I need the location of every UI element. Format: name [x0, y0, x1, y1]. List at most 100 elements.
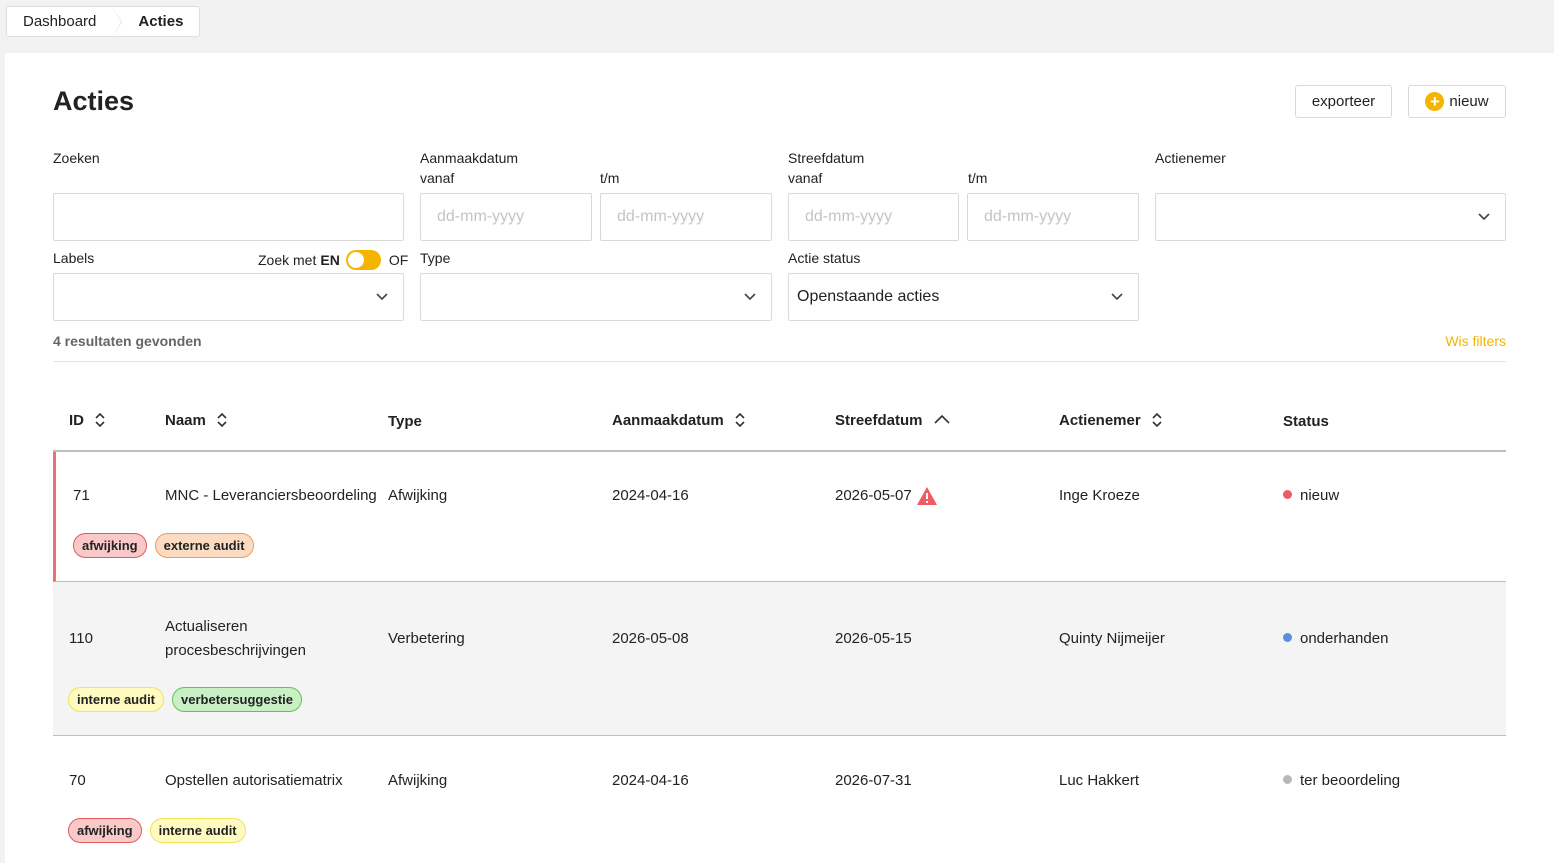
sort-icon	[217, 412, 227, 428]
main-panel: Acties exporteer + nieuw Zoeken Aanmaakd…	[5, 53, 1554, 863]
column-header-label: Aanmaakdatum	[612, 411, 724, 429]
cell-name-line: Actualiseren	[165, 618, 248, 635]
column-header-status: Status	[1283, 413, 1329, 430]
plus-circle-icon: +	[1425, 92, 1445, 111]
column-header-label: Actienemer	[1059, 411, 1141, 429]
divider	[53, 361, 1506, 362]
breadcrumb-dashboard[interactable]: Dashboard	[7, 7, 123, 37]
tag-list: interne audit verbetersuggestie	[68, 687, 303, 712]
cell-status: onderhanden	[1283, 627, 1388, 651]
sort-icon	[1152, 412, 1162, 428]
column-header-streefdatum[interactable]: Streefdatum	[835, 411, 951, 429]
type-select[interactable]	[420, 273, 772, 321]
table-row[interactable]: 110 Actualiseren procesbeschrijvingen Ve…	[53, 582, 1506, 736]
status-label: nieuw	[1300, 487, 1340, 504]
created-date-label: Aanmaakdatum	[420, 150, 519, 166]
status-label: onderhanden	[1300, 630, 1389, 647]
cell-created: 2024-04-16	[612, 487, 689, 504]
cell-created: 2026-05-08	[612, 630, 689, 647]
cell-id: 110	[69, 630, 93, 647]
results-count: 4 resultaten gevonden	[53, 333, 202, 349]
target-from-input[interactable]: dd-mm-yyyy	[788, 193, 959, 241]
toggle-knob	[347, 252, 364, 268]
and-or-toggle[interactable]	[345, 250, 381, 270]
tag: verbetersuggestie	[172, 687, 303, 712]
target-to-input[interactable]: dd-mm-yyyy	[967, 193, 1139, 241]
chevron-down-icon	[744, 293, 756, 301]
cell-id: 70	[69, 772, 86, 789]
table-row[interactable]: 70 Opstellen autorisatiematrix Afwijking…	[53, 736, 1506, 863]
status-label: ter beoordeling	[1300, 772, 1401, 789]
cell-id: 71	[73, 487, 90, 504]
status-filter-label: Actie status	[788, 250, 861, 266]
chevron-down-icon	[376, 293, 388, 301]
created-to-input[interactable]: dd-mm-yyyy	[600, 193, 772, 241]
target-to-label: t/m	[968, 170, 988, 186]
column-header-actienemer[interactable]: Actienemer	[1059, 411, 1163, 429]
sort-icon	[735, 412, 745, 428]
page-title: Acties	[53, 86, 135, 116]
tag: interne audit	[149, 818, 246, 843]
labels-select[interactable]	[53, 273, 404, 321]
cell-name[interactable]: Actualiseren procesbeschrijvingen	[165, 615, 306, 663]
and-label: EN	[320, 252, 340, 268]
tag-list: afwijking interne audit	[68, 818, 246, 843]
warning-triangle-icon	[917, 487, 937, 505]
column-header-label: Type	[388, 413, 422, 430]
cell-status: ter beoordeling	[1283, 769, 1400, 793]
target-date-label: Streefdatum	[788, 150, 865, 166]
cell-name-line: procesbeschrijvingen	[165, 642, 306, 659]
cell-assignee: Inge Kroeze	[1059, 487, 1140, 504]
cell-target: 2026-05-07	[835, 487, 912, 504]
assignee-select[interactable]	[1155, 193, 1506, 241]
breadcrumb: Dashboard Acties	[6, 6, 201, 37]
tag-list: afwijking externe audit	[73, 533, 254, 558]
column-header-label: Status	[1283, 413, 1329, 430]
target-from-label: vanaf	[788, 170, 823, 186]
cell-name[interactable]: Opstellen autorisatiematrix	[165, 769, 343, 793]
sort-icon	[95, 412, 105, 428]
clear-filters-link[interactable]: Wis filters	[1445, 333, 1506, 349]
new-button[interactable]: + nieuw	[1408, 85, 1506, 118]
chevron-down-icon	[1478, 213, 1490, 221]
tag: interne audit	[68, 687, 165, 712]
cell-name[interactable]: MNC - Leveranciersbeoordeling	[165, 484, 377, 508]
cell-status: nieuw	[1283, 484, 1339, 508]
or-label: OF	[388, 252, 409, 268]
cell-type: Afwijking	[388, 487, 448, 504]
search-label: Zoeken	[53, 150, 100, 166]
tag: afwijking	[68, 818, 142, 843]
cell-target: 2026-05-15	[835, 630, 912, 647]
sort-ascending-icon	[933, 414, 950, 424]
type-label: Type	[420, 250, 451, 266]
chevron-down-icon	[1111, 293, 1123, 301]
table-row[interactable]: 71 MNC - Leveranciersbeoordeling Afwijki…	[53, 452, 1506, 582]
status-select[interactable]: Openstaande acties	[788, 273, 1139, 321]
column-header-id[interactable]: ID	[69, 411, 106, 429]
column-header-aanmaakdatum[interactable]: Aanmaakdatum	[612, 411, 746, 429]
column-header-label: Naam	[165, 411, 206, 429]
cell-assignee: Quinty Nijmeijer	[1059, 630, 1165, 647]
cell-type: Verbetering	[388, 630, 465, 647]
status-dot	[1283, 775, 1292, 784]
search-with-label: Zoek met	[258, 252, 317, 268]
status-dot	[1283, 633, 1292, 642]
created-from-input[interactable]: dd-mm-yyyy	[420, 193, 592, 241]
status-dot	[1283, 490, 1292, 499]
column-header-label: Streefdatum	[835, 411, 923, 429]
breadcrumb-acties: Acties	[138, 13, 184, 30]
cell-type: Afwijking	[388, 772, 448, 789]
labels-label: Labels	[53, 250, 95, 266]
cell-target: 2026-07-31	[835, 772, 912, 789]
column-header-type: Type	[388, 413, 422, 430]
search-input[interactable]	[53, 193, 404, 241]
column-header-label: ID	[69, 411, 84, 429]
cell-assignee: Luc Hakkert	[1059, 772, 1140, 789]
tag: externe audit	[154, 533, 254, 558]
status-select-value: Openstaande acties	[797, 288, 940, 305]
column-header-naam[interactable]: Naam	[165, 411, 228, 429]
cell-created: 2024-04-16	[612, 772, 689, 789]
created-to-label: t/m	[600, 170, 620, 186]
new-button-label: nieuw	[1449, 93, 1489, 110]
export-button[interactable]: exporteer	[1295, 85, 1392, 118]
